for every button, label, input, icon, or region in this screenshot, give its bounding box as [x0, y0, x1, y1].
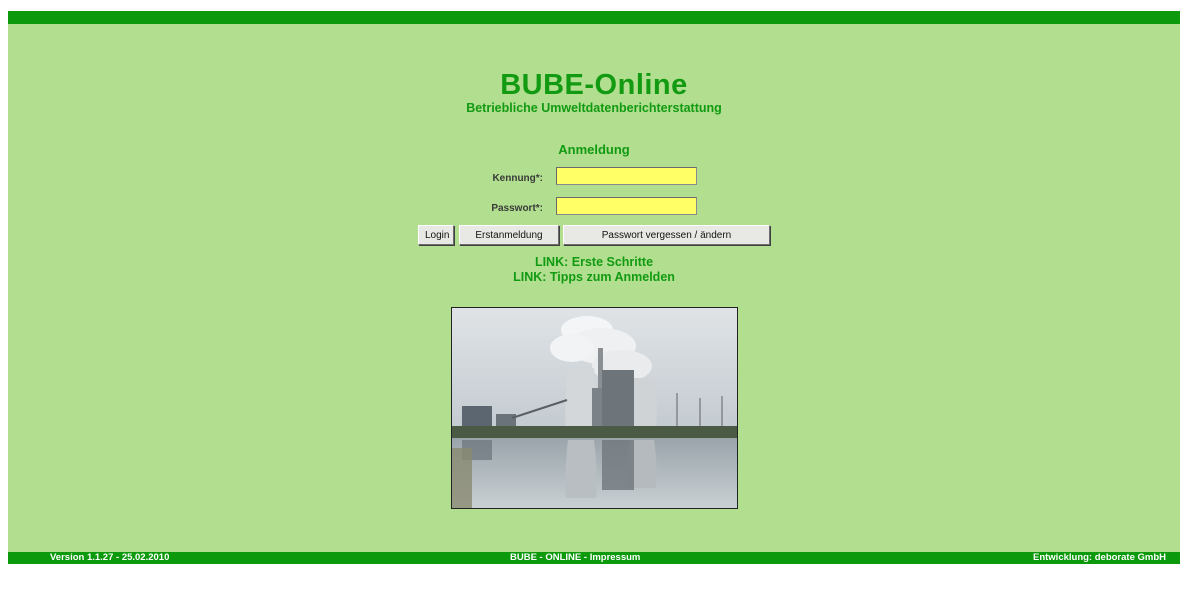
developer-text: Entwicklung: deborate GmbH — [1032, 552, 1166, 563]
link-tipps-anmelden[interactable]: LINK: Tipps zum Anmelden — [8, 270, 1180, 284]
login-heading: Anmeldung — [558, 142, 630, 157]
passwort-label: Passwort*: — [491, 203, 543, 214]
footer-bar: Version 1.1.27 - 25.02.2010 BUBE - ONLIN… — [8, 552, 1180, 564]
page-frame: BUBE-Online Betriebliche Umweltdatenberi… — [8, 11, 1180, 564]
passwort-vergessen-button[interactable]: Passwort vergessen / ändern — [563, 225, 770, 245]
kennung-input[interactable] — [556, 167, 697, 185]
login-button[interactable]: Login — [418, 225, 454, 245]
erstanmeldung-button[interactable]: Erstanmeldung — [459, 225, 559, 245]
top-bar — [8, 11, 1180, 24]
power-plant-image — [452, 308, 737, 508]
version-text: Version 1.1.27 - 25.02.2010 — [50, 552, 170, 563]
power-plant-photo — [451, 307, 738, 509]
link-erste-schritte[interactable]: LINK: Erste Schritte — [8, 255, 1180, 269]
passwort-input[interactable] — [556, 197, 697, 215]
impressum-link[interactable]: BUBE - ONLINE - Impressum — [510, 552, 640, 564]
kennung-label: Kennung*: — [492, 173, 543, 184]
app-subtitle: Betriebliche Umweltdatenberichterstattun… — [466, 101, 722, 115]
app-title: BUBE-Online — [500, 69, 688, 101]
